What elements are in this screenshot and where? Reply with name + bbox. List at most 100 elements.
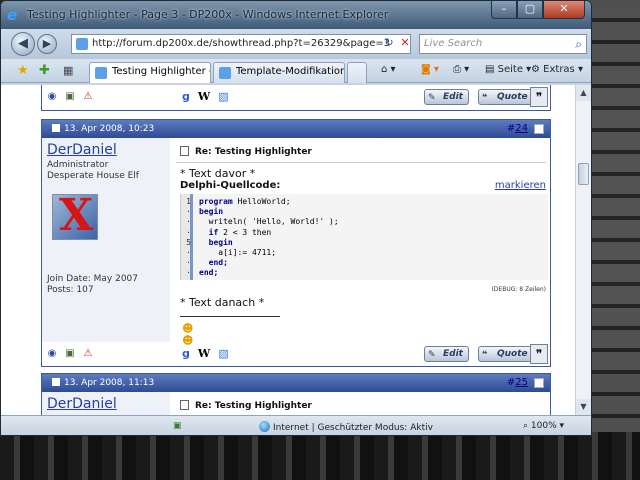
code-line: end; bbox=[199, 258, 228, 268]
print-icon[interactable]: ⎙ ▾ bbox=[453, 64, 469, 75]
dictionary-icon[interactable]: ▧ bbox=[218, 347, 228, 360]
markieren-link[interactable]: markieren bbox=[495, 180, 546, 191]
forward-button[interactable]: ▶ bbox=[37, 34, 57, 54]
page-menu[interactable]: ▤ Seite ▾ bbox=[485, 64, 531, 75]
post-number[interactable]: #25 bbox=[507, 374, 528, 392]
address-bar[interactable]: http://forum.dp200x.de/showthread.php?t=… bbox=[71, 34, 411, 54]
tab-template-modifikationen[interactable]: Template-Modifikationen ... bbox=[213, 62, 345, 83]
maximize-button[interactable]: ▢ bbox=[517, 1, 543, 19]
google-icon[interactable]: g bbox=[182, 347, 190, 360]
code-line-number: · bbox=[186, 227, 191, 237]
browser-window: e Testing Highlighter - Page 3 - DP200x … bbox=[0, 0, 592, 436]
report-icon[interactable]: ⚠ bbox=[82, 91, 94, 103]
feeds-icon[interactable]: ◙ ▾ bbox=[421, 64, 439, 75]
page-menu-label: Seite bbox=[497, 64, 523, 75]
tools-menu-label: Extras bbox=[543, 64, 575, 75]
post-number-prefix: # bbox=[506, 123, 516, 134]
home-icon[interactable]: ⌂ ▾ bbox=[381, 64, 396, 75]
tab-label: Template-Modifikationen ... bbox=[236, 66, 344, 77]
status-bar: ▣ Internet | Geschützter Modus: Aktiv ⌕ … bbox=[1, 415, 591, 435]
minimize-button[interactable]: – bbox=[491, 1, 517, 19]
wikipedia-icon[interactable]: W bbox=[198, 347, 210, 360]
multi-quote-button[interactable]: ❞ bbox=[530, 344, 548, 364]
code-line-number: · bbox=[186, 207, 191, 217]
post-title-icon bbox=[180, 146, 189, 156]
edit-button[interactable]: ✎ Edit bbox=[424, 346, 469, 362]
post-date: 13. Apr 2008, 11:13 bbox=[64, 378, 155, 388]
edit-button[interactable]: ✎ Edit bbox=[424, 89, 469, 105]
code-line-number: · bbox=[186, 258, 191, 268]
back-button[interactable]: ◀ bbox=[11, 32, 35, 56]
code-line-number: · bbox=[186, 248, 191, 257]
stop-icon[interactable]: ✕ bbox=[397, 34, 413, 52]
post-title-text: Re: Testing Highlighter bbox=[195, 147, 312, 157]
edit-label: Edit bbox=[443, 349, 463, 359]
post-title-text: Re: Testing Highlighter bbox=[195, 401, 312, 411]
search-input[interactable]: Live Search ⌕ bbox=[419, 34, 587, 54]
address-url: http://forum.dp200x.de/showthread.php?t=… bbox=[92, 38, 391, 49]
page-content: ◉ ▣ ⚠ g W ▧ ✎ Edit ❝ Quote ❞ 13. Apr 2008,… bbox=[1, 85, 575, 415]
tab-page-icon bbox=[219, 67, 231, 79]
user-subtitle: Desperate House Elf bbox=[47, 171, 139, 181]
new-tab-button[interactable] bbox=[347, 62, 367, 83]
quote-button[interactable]: ❝ Quote bbox=[478, 89, 534, 105]
post-date-icon bbox=[52, 378, 60, 386]
quote-icon: ❝ bbox=[482, 93, 488, 103]
close-button[interactable]: ✕ bbox=[543, 1, 585, 19]
code-line: end; bbox=[199, 268, 219, 278]
text-after: * Text danach * bbox=[180, 296, 265, 309]
tools-menu[interactable]: ⚙ Extras ▾ bbox=[531, 64, 583, 75]
scroll-up-arrow-icon[interactable]: ▲ bbox=[576, 85, 591, 101]
post-number-link[interactable]: 25 bbox=[515, 377, 528, 388]
vertical-scrollbar[interactable]: ▲ ▼ bbox=[575, 85, 591, 415]
post-number-link[interactable]: 24 bbox=[515, 123, 528, 134]
title-divider bbox=[176, 162, 546, 163]
username-link[interactable]: DerDaniel bbox=[47, 396, 117, 412]
code-line: if 2 < 3 then bbox=[199, 227, 272, 237]
post-number[interactable]: #24 bbox=[507, 120, 528, 138]
code-block[interactable]: 1 program HelloWorld; · begin · writeln( 'He… bbox=[180, 194, 548, 280]
search-placeholder: Live Search bbox=[424, 38, 483, 49]
profile-icon[interactable]: ▣ bbox=[64, 91, 76, 103]
code-line-number: 5 bbox=[186, 237, 191, 247]
page-icon bbox=[76, 38, 88, 50]
scroll-thumb[interactable] bbox=[578, 163, 589, 185]
tab-testing-highlighter[interactable]: Testing Highlighter - P... bbox=[89, 62, 211, 83]
scroll-down-arrow-icon[interactable]: ▼ bbox=[576, 399, 591, 415]
report-icon[interactable]: ⚠ bbox=[82, 348, 94, 360]
security-zone-label: Internet | Geschützter Modus: Aktiv bbox=[273, 423, 433, 433]
code-line-number: · bbox=[186, 217, 191, 227]
search-icon[interactable]: ⌕ bbox=[575, 35, 582, 53]
favorites-star-icon[interactable]: ★ bbox=[17, 63, 29, 79]
post-date-icon bbox=[52, 124, 60, 132]
zoom-level-label: 100% bbox=[530, 421, 557, 431]
wikipedia-icon[interactable]: W bbox=[198, 90, 210, 103]
status-icon: ◉ bbox=[47, 91, 57, 102]
code-title: Delphi-Quellcode: bbox=[180, 180, 281, 191]
post-footer: ◉ ▣ ⚠ g W ▧ ✎ Edit ❝ Quote ❞ bbox=[42, 85, 550, 111]
post-select-checkbox[interactable] bbox=[534, 124, 544, 134]
profile-icon[interactable]: ▣ bbox=[64, 348, 76, 360]
smiley-icon: ☻☻ bbox=[182, 322, 194, 347]
status-page-icon: ▣ bbox=[173, 421, 182, 431]
refresh-icon[interactable]: ↻ bbox=[381, 34, 397, 52]
join-date: Join Date: May 2007 bbox=[47, 274, 139, 284]
username-link[interactable]: DerDaniel bbox=[47, 142, 117, 158]
post-footer-previous: ◉ ▣ ⚠ g W ▧ ✎ Edit ❝ Quote ❞ bbox=[41, 85, 551, 111]
code-line: program HelloWorld; bbox=[199, 197, 291, 206]
post-select-checkbox[interactable] bbox=[534, 378, 544, 388]
security-zone[interactable]: Internet | Geschützter Modus: Aktiv bbox=[259, 421, 433, 433]
google-icon[interactable]: g bbox=[182, 90, 190, 103]
quick-tabs-icon[interactable]: ▦ bbox=[63, 63, 73, 79]
quote-label: Quote bbox=[497, 349, 528, 359]
add-favorites-icon[interactable]: ✚ bbox=[39, 63, 50, 79]
message-body: Re: Testing Highlighter * Text davor * D… bbox=[172, 138, 550, 347]
quote-button[interactable]: ❝ Quote bbox=[478, 346, 534, 362]
dictionary-icon[interactable]: ▧ bbox=[218, 90, 228, 103]
post-number-prefix: # bbox=[506, 377, 516, 388]
code-line-number: · bbox=[186, 268, 191, 278]
multi-quote-button[interactable]: ❞ bbox=[530, 87, 548, 107]
code-line: writeln( 'Hello, World!' ); bbox=[199, 217, 339, 227]
title-bar: e Testing Highlighter - Page 3 - DP200x … bbox=[1, 1, 591, 29]
zoom-level[interactable]: ⌕ 100% ▾ bbox=[523, 421, 564, 431]
